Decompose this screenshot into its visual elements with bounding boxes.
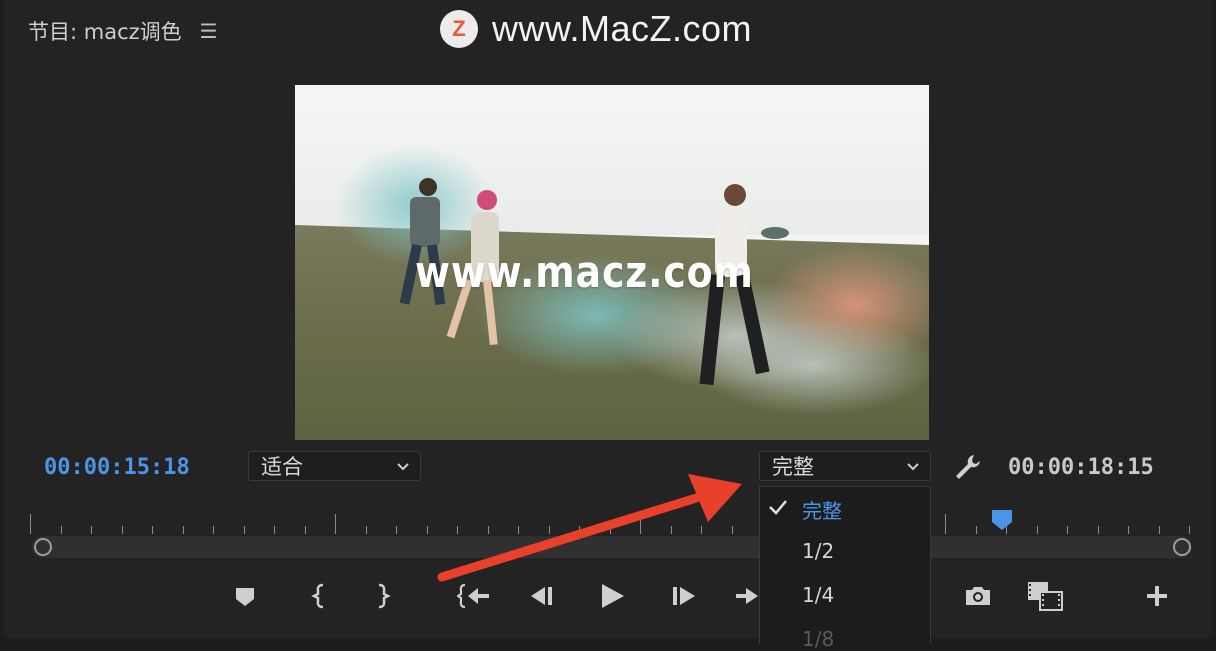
menu-item-full[interactable]: 完整 — [802, 495, 842, 524]
chevron-down-icon — [396, 457, 410, 479]
ruler-tick — [1037, 526, 1038, 534]
ruler-tick — [640, 514, 641, 534]
panel-header[interactable]: 节目: macz调色 ☰ — [28, 16, 218, 46]
button-editor-icon[interactable] — [1141, 580, 1173, 612]
scrollbar-left-handle[interactable] — [34, 538, 52, 556]
zoom-fit-value: 适合 — [261, 455, 303, 479]
ruler-tick — [396, 526, 397, 534]
ruler-tick — [213, 526, 214, 534]
add-marker-icon[interactable] — [229, 580, 261, 612]
checkmark-icon — [768, 497, 788, 522]
play-icon[interactable] — [596, 580, 628, 612]
ruler-tick — [30, 514, 31, 534]
scrollbar-right-handle[interactable] — [1173, 538, 1191, 556]
playback-resolution-dropdown[interactable]: 完整 — [759, 451, 931, 481]
ruler-tick — [1189, 526, 1190, 534]
ruler-tick — [244, 526, 245, 534]
ruler-tick — [335, 514, 336, 534]
chevron-down-icon — [906, 457, 920, 479]
watermark-text: www.MacZ.com — [492, 8, 753, 49]
ruler-tick — [427, 526, 428, 534]
wrench-icon[interactable] — [952, 452, 984, 482]
ruler-tick — [366, 526, 367, 534]
ruler-tick — [91, 526, 92, 534]
go-to-in-icon[interactable] — [456, 580, 492, 612]
panel-title: 节目: macz调色 — [28, 20, 182, 44]
macz-logo-icon: Z — [440, 10, 478, 48]
mark-out-icon[interactable] — [367, 580, 399, 612]
ruler-tick — [305, 526, 306, 534]
export-frame-icon[interactable] — [962, 580, 994, 612]
ruler-tick — [518, 526, 519, 534]
playhead-icon[interactable] — [991, 509, 1013, 531]
ruler-tick — [579, 526, 580, 534]
ruler-tick — [701, 526, 702, 534]
duration-timecode: 00:00:18:15 — [1008, 455, 1154, 480]
ruler-tick — [610, 526, 611, 534]
ruler-tick — [152, 526, 153, 534]
ruler-tick — [976, 526, 977, 534]
mark-in-icon[interactable] — [303, 580, 335, 612]
ruler-tick — [1128, 526, 1129, 534]
zoom-fit-dropdown[interactable]: 适合 — [248, 451, 421, 481]
ruler-tick — [1159, 526, 1160, 534]
video-overlay-watermark: www.macz.com — [415, 247, 754, 298]
step-forward-icon[interactable] — [668, 580, 700, 612]
ruler-tick — [488, 526, 489, 534]
video-preview: www.macz.com — [295, 85, 929, 440]
zoom-scrollbar[interactable] — [32, 536, 1192, 558]
ruler-tick — [945, 514, 946, 534]
ruler-tick — [1067, 526, 1068, 534]
current-timecode[interactable]: 00:00:15:18 — [44, 455, 190, 480]
playback-resolution-value: 完整 — [772, 455, 814, 479]
step-back-icon[interactable] — [526, 580, 558, 612]
hamburger-icon[interactable]: ☰ — [200, 19, 218, 43]
ruler-tick — [549, 526, 550, 534]
comparison-view-icon[interactable] — [1026, 580, 1066, 612]
ruler-tick — [457, 526, 458, 534]
site-watermark: Z www.MacZ.com — [440, 8, 752, 50]
ruler-tick — [732, 526, 733, 534]
ruler-tick — [61, 526, 62, 534]
time-ruler[interactable] — [30, 512, 1190, 534]
ruler-tick — [274, 526, 275, 534]
menu-item-quarter[interactable]: 1/4 — [802, 583, 834, 607]
ruler-tick — [183, 526, 184, 534]
menu-item-half[interactable]: 1/2 — [802, 539, 834, 563]
playback-resolution-menu: 完整 1/2 1/4 1/8 — [759, 486, 931, 651]
ruler-tick — [1098, 526, 1099, 534]
menu-item-eighth: 1/8 — [802, 627, 835, 651]
ruler-tick — [122, 526, 123, 534]
ruler-tick — [671, 526, 672, 534]
